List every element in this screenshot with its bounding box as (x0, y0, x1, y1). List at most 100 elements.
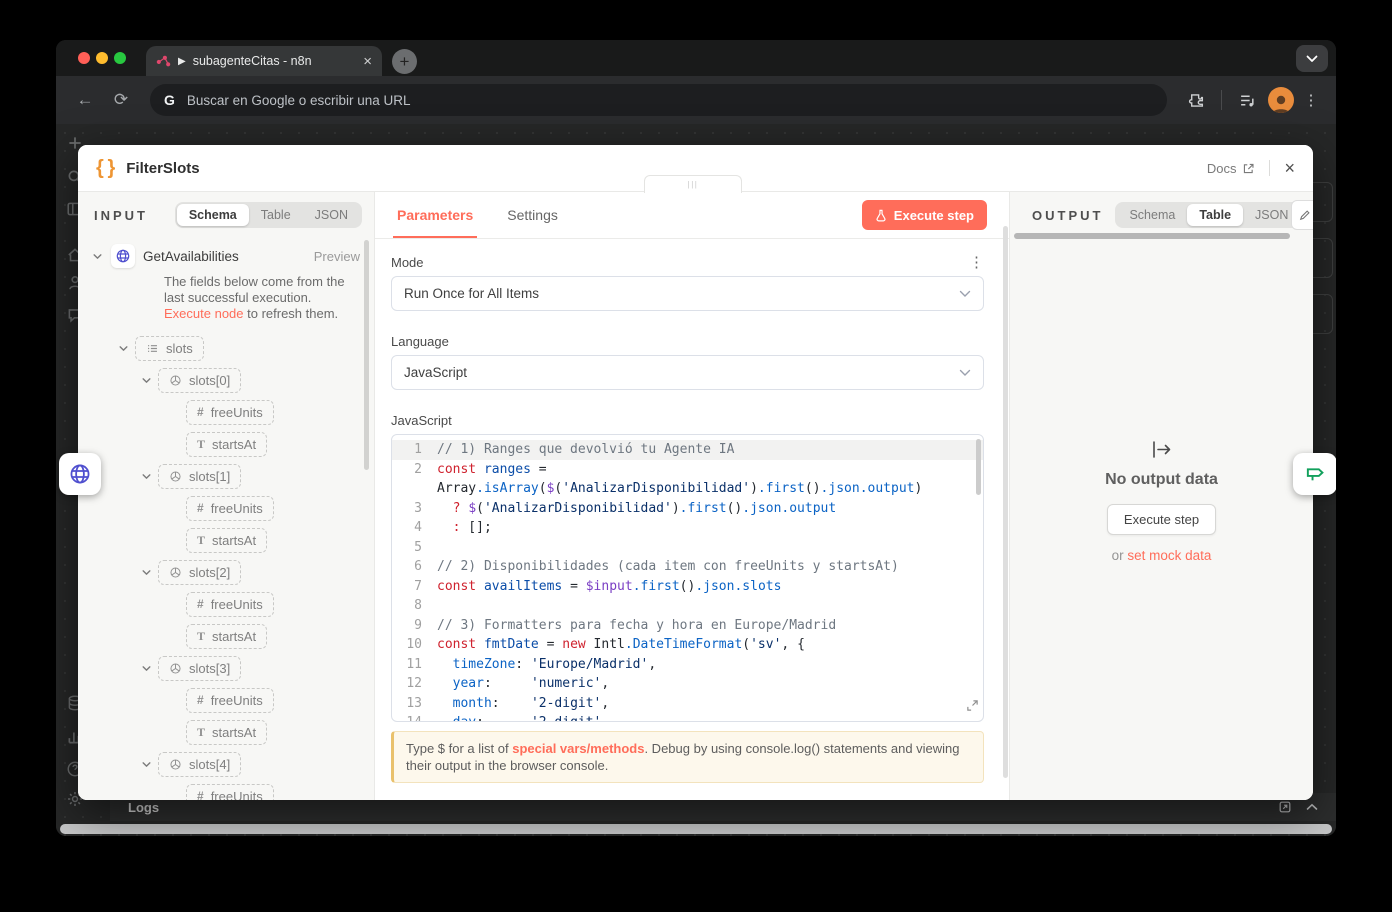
schema-field-pill[interactable]: TstartsAt (186, 432, 267, 457)
tab-search-chevron-button[interactable] (1296, 45, 1328, 72)
horizontal-scrollbar[interactable] (60, 824, 1332, 834)
input-connector-tab[interactable] (59, 453, 101, 495)
code-line: 5 (392, 538, 983, 558)
number-type-icon: # (197, 501, 204, 515)
schema-tree-row: TstartsAt (78, 524, 374, 556)
address-bar[interactable]: G Buscar en Google o escribir una URL (150, 84, 1167, 116)
new-tab-button[interactable]: + (392, 49, 417, 74)
schema-field-pill[interactable]: # freeUnits (186, 688, 274, 713)
special-vars-link[interactable]: special vars/methods (512, 741, 644, 756)
input-tab-schema[interactable]: Schema (177, 204, 249, 226)
schema-field-label: slots[3] (189, 661, 230, 676)
panel-drag-handle[interactable]: ||| (644, 175, 742, 193)
execute-step-button[interactable]: Execute step (862, 200, 987, 230)
schema-field-pill[interactable]: slots[0] (158, 368, 241, 393)
browser-tab[interactable]: ▶ subagenteCitas - n8n × (146, 46, 382, 76)
schema-field-label: freeUnits (211, 597, 263, 612)
collapse-chevron-icon[interactable] (141, 759, 152, 770)
chevron-down-icon (959, 286, 971, 301)
tab-settings[interactable]: Settings (507, 207, 558, 223)
schema-field-pill[interactable]: slots (135, 336, 204, 361)
traffic-zoom-button[interactable] (114, 52, 126, 64)
schema-field-pill[interactable]: #freeUnits (186, 496, 274, 521)
media-controls-icon[interactable] (1232, 85, 1262, 115)
object-type-icon (169, 374, 182, 387)
schema-field-pill[interactable]: TstartsAt (186, 528, 267, 553)
text-type-icon: T (197, 629, 205, 644)
tab-close-icon[interactable]: × (363, 54, 372, 69)
browser-window: ▶ subagenteCitas - n8n × + ← ⟳ G Buscar … (56, 40, 1336, 836)
collapse-chevron-icon[interactable] (141, 471, 152, 482)
output-connector-tab[interactable] (1293, 453, 1336, 495)
chevron-down-icon (959, 365, 971, 380)
browser-menu-icon[interactable]: ⋮ (1300, 91, 1322, 109)
execute-node-link[interactable]: Execute node (164, 306, 244, 321)
code-line: 12 year: 'numeric', (392, 674, 983, 694)
traffic-close-button[interactable] (78, 52, 90, 64)
input-source-node-row[interactable]: GetAvailabilities Preview (78, 238, 374, 272)
extensions-icon[interactable] (1181, 85, 1211, 115)
schema-field-label: slots[4] (189, 757, 230, 772)
schema-field-pill[interactable]: TstartsAt (186, 720, 267, 745)
docs-link[interactable]: Docs (1207, 161, 1256, 176)
edit-output-button[interactable] (1291, 200, 1313, 230)
editor-expand-icon[interactable] (966, 699, 979, 719)
output-display-mode-tabs: Schema Table JSON (1115, 202, 1302, 228)
output-label: OUTPUT (1032, 208, 1103, 223)
tab-play-icon: ▶ (178, 56, 186, 67)
collapse-chevron-icon[interactable] (92, 251, 103, 262)
schema-field-pill[interactable]: #freeUnits (186, 400, 274, 425)
output-tab-table[interactable]: Table (1187, 204, 1243, 226)
globe-node-icon (111, 244, 135, 268)
number-type-icon: # (197, 693, 204, 707)
logs-popout-icon[interactable] (1278, 800, 1292, 814)
header-separator (1269, 160, 1270, 176)
output-execute-step-button[interactable]: Execute step (1107, 504, 1216, 535)
output-horizontal-scrollbar[interactable] (1014, 233, 1290, 239)
editor-scrollbar[interactable] (976, 439, 981, 495)
node-details-modal: { } FilterSlots Docs × ||| INPUT (78, 145, 1313, 800)
schema-field-label: freeUnits (211, 693, 263, 708)
output-empty-state: No output data Execute step or set mock … (1010, 440, 1313, 563)
schema-tree-row: slots[2] (78, 556, 374, 588)
modal-close-icon[interactable]: × (1284, 159, 1295, 177)
schema-field-pill[interactable]: slots[2] (158, 560, 241, 585)
parameters-panel: Parameters Settings Execute step Mode ⋮ (375, 192, 1010, 800)
reload-button[interactable]: ⟳ (106, 85, 136, 115)
schema-field-pill[interactable]: slots[3] (158, 656, 241, 681)
schema-field-pill[interactable]: # freeUnits (186, 592, 274, 617)
code-line: 11 timeZone: 'Europe/Madrid', (392, 655, 983, 675)
language-select[interactable]: JavaScript (391, 355, 984, 390)
input-tab-json[interactable]: JSON (303, 204, 360, 226)
back-button[interactable]: ← (70, 85, 100, 115)
input-tab-table[interactable]: Table (249, 204, 303, 226)
node-title[interactable]: FilterSlots (126, 160, 199, 177)
parameters-scrollbar[interactable] (1003, 226, 1008, 778)
schema-field-pill[interactable]: #freeUnits (186, 784, 274, 801)
schema-tree-row: # freeUnits (78, 588, 374, 620)
text-type-icon: T (197, 725, 205, 740)
logs-collapse-chevron-icon[interactable] (1306, 803, 1318, 811)
collapse-chevron-icon[interactable] (141, 375, 152, 386)
schema-tree-row: #freeUnits (78, 492, 374, 524)
schema-field-pill[interactable]: slots[1] (158, 464, 241, 489)
flask-icon (875, 209, 887, 222)
code-editor[interactable]: 1// 1) Ranges que devolvió tu Agente IA2… (391, 434, 984, 722)
schema-field-pill[interactable]: TstartsAt (186, 624, 267, 649)
collapse-chevron-icon[interactable] (141, 663, 152, 674)
mode-options-kebab-icon[interactable]: ⋮ (969, 255, 984, 270)
collapse-chevron-icon[interactable] (141, 567, 152, 578)
tab-parameters[interactable]: Parameters (397, 207, 473, 223)
schema-field-pill[interactable]: slots[4] (158, 752, 241, 777)
mode-select[interactable]: Run Once for All Items (391, 276, 984, 311)
number-type-icon: # (197, 597, 204, 611)
profile-avatar[interactable] (1268, 87, 1294, 113)
schema-field-label: slots[1] (189, 469, 230, 484)
traffic-minimize-button[interactable] (96, 52, 108, 64)
set-mock-data-link[interactable]: set mock data (1127, 548, 1211, 563)
input-scrollbar[interactable] (364, 240, 369, 470)
output-tab-schema[interactable]: Schema (1117, 204, 1187, 226)
collapse-chevron-icon[interactable] (118, 343, 129, 354)
line-number: 7 (392, 577, 431, 597)
line-number: 4 (392, 518, 431, 538)
